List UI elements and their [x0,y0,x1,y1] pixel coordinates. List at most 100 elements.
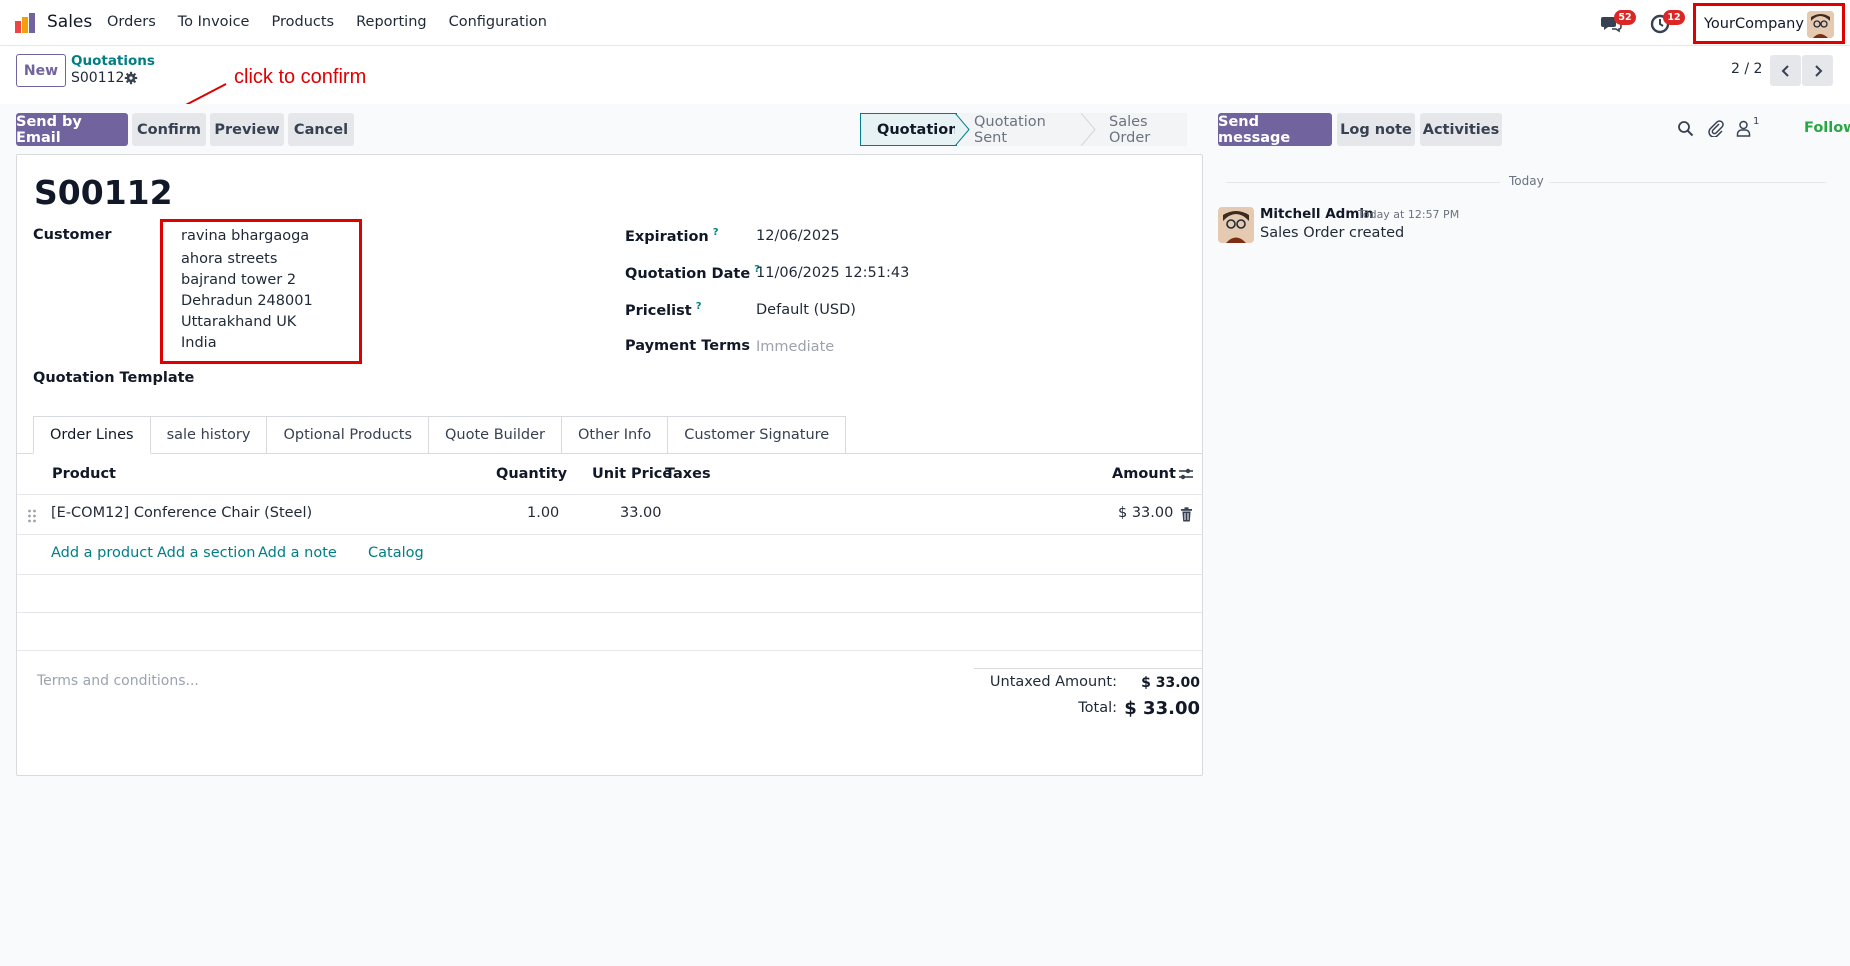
pager-previous-button[interactable] [1770,55,1801,86]
company-switcher[interactable]: YourCompany [1693,3,1845,44]
expiration-label-text: Expiration [625,228,709,245]
app-name[interactable]: Sales [47,12,92,32]
customer-address-line[interactable]: ravina bhargaoga [181,228,309,244]
cancel-button[interactable]: Cancel [288,113,354,146]
quotation-template-label: Quotation Template [33,370,195,386]
followers-icon[interactable] [1736,120,1751,137]
tab-order-lines[interactable]: Order Lines [33,416,151,454]
messages-badge: 52 [1614,10,1636,25]
payment-terms-field[interactable]: Immediate [756,339,834,355]
stage-sales-order[interactable]: Sales Order [1083,113,1187,146]
add-product-link[interactable]: Add a product [51,545,153,561]
chevron-left-icon [1781,64,1789,77]
stage-quotation-sent[interactable]: Quotation Sent [957,113,1083,146]
log-note-button[interactable]: Log note [1337,113,1415,146]
expiration-label: Expiration? [625,227,719,245]
top-navbar: Sales Orders To Invoice Products Reporti… [0,0,1850,46]
confirm-button[interactable]: Confirm [132,113,206,146]
followers-count: 1 [1753,116,1760,127]
drag-handle-icon[interactable] [27,508,37,524]
pricelist-label-text: Pricelist [625,302,692,319]
table-divider [17,612,1202,613]
notebook-tabs: Order Lines sale history Optional Produc… [33,416,847,454]
preview-button[interactable]: Preview [210,113,284,146]
cell-product[interactable]: [E-COM12] Conference Chair (Steel) [51,505,312,521]
date-separator-line [1226,182,1500,183]
send-message-button[interactable]: Send message [1218,113,1332,146]
message-author-avatar[interactable] [1218,207,1254,243]
cell-quantity[interactable]: 1.00 [527,505,559,521]
menu-item-configuration[interactable]: Configuration [449,14,547,30]
status-bar: Quotation Quotation Sent Sales Order [860,113,1187,146]
column-quantity[interactable]: Quantity [496,466,567,482]
column-taxes[interactable]: Taxes [665,466,711,482]
table-divider [17,494,1202,495]
customer-address-line: India [181,335,217,351]
table-divider [17,534,1202,535]
following-toggle[interactable]: Following [1804,120,1850,136]
cell-amount: $ 33.00 [1118,505,1174,521]
search-icon[interactable] [1677,120,1694,137]
user-avatar[interactable] [1807,11,1834,38]
activities-button[interactable]: Activities [1420,113,1502,146]
cell-unit-price[interactable]: 33.00 [620,505,662,521]
pricelist-field[interactable]: Default (USD) [756,302,856,318]
tab-sale-history[interactable]: sale history [150,416,268,454]
pager-next-button[interactable] [1802,55,1833,86]
add-section-link[interactable]: Add a section [157,545,255,561]
totals-divider [974,668,1202,669]
menu-item-products[interactable]: Products [271,14,334,30]
quotation-date-field[interactable]: 11/06/2025 12:51:43 [756,265,909,281]
message-author[interactable]: Mitchell Admin [1260,206,1374,222]
message-time: Today at 12:57 PM [1358,208,1460,221]
quotation-date-label: Quotation Date? [625,264,760,282]
paperclip-icon[interactable] [1707,119,1724,137]
customer-address-line: Uttarakhand UK [181,314,297,330]
message-body: Sales Order created [1260,225,1405,241]
add-note-link[interactable]: Add a note [258,545,337,561]
activities-badge: 12 [1663,10,1685,25]
tab-customer-signature[interactable]: Customer Signature [668,416,847,454]
menu-item-reporting[interactable]: Reporting [356,14,427,30]
customer-label: Customer [33,227,112,243]
total-value: $ 33.00 [1124,698,1200,719]
menu-item-to-invoice[interactable]: To Invoice [178,14,250,30]
customer-address-line: ahora streets [181,251,278,267]
column-product[interactable]: Product [52,466,116,482]
table-divider [17,650,1202,651]
tab-quote-builder[interactable]: Quote Builder [429,416,562,454]
quotation-date-label-text: Quotation Date [625,265,751,282]
company-name: YourCompany [1704,15,1804,32]
stage-separator [1081,113,1096,146]
trash-icon[interactable] [1180,507,1193,522]
expiration-field[interactable]: 12/06/2025 [756,228,840,244]
column-amount[interactable]: Amount [1112,466,1176,482]
customer-address-line: bajrand tower 2 [181,272,297,288]
menu-item-orders[interactable]: Orders [107,14,156,30]
new-button[interactable]: New [16,54,66,87]
send-by-email-button[interactable]: Send by Email [16,113,128,146]
payment-terms-label: Payment Terms [625,338,750,354]
app-logo-icon[interactable] [14,11,38,35]
help-tooltip-icon[interactable]: ? [713,227,719,238]
tab-other-info[interactable]: Other Info [561,416,669,454]
breadcrumb-quotations[interactable]: Quotations [71,53,155,69]
untaxed-amount-value: $ 33.00 [1141,675,1200,691]
breadcrumb-current: S00112 [71,70,125,86]
customer-address-line: Dehradun 248001 [181,293,313,309]
gear-icon[interactable] [124,71,138,85]
form-sheet: S00112 Customer ravina bhargaoga ahora s… [16,154,1203,776]
pricelist-label: Pricelist? [625,301,702,319]
help-tooltip-icon[interactable]: ? [696,301,702,312]
tab-optional-products[interactable]: Optional Products [267,416,429,454]
catalog-link[interactable]: Catalog [368,545,424,561]
pager-value[interactable]: 2 / 2 [1731,61,1762,77]
column-settings-icon[interactable] [1177,466,1195,482]
terms-and-conditions-field[interactable]: Terms and conditions... [37,673,199,689]
stage-quotation[interactable]: Quotation [860,113,959,146]
chevron-right-icon [1814,64,1822,77]
column-unit-price[interactable]: Unit Price [592,466,672,482]
stage-separator [955,113,970,146]
untaxed-amount-label: Untaxed Amount: [989,674,1117,690]
order-number: S00112 [34,173,173,212]
